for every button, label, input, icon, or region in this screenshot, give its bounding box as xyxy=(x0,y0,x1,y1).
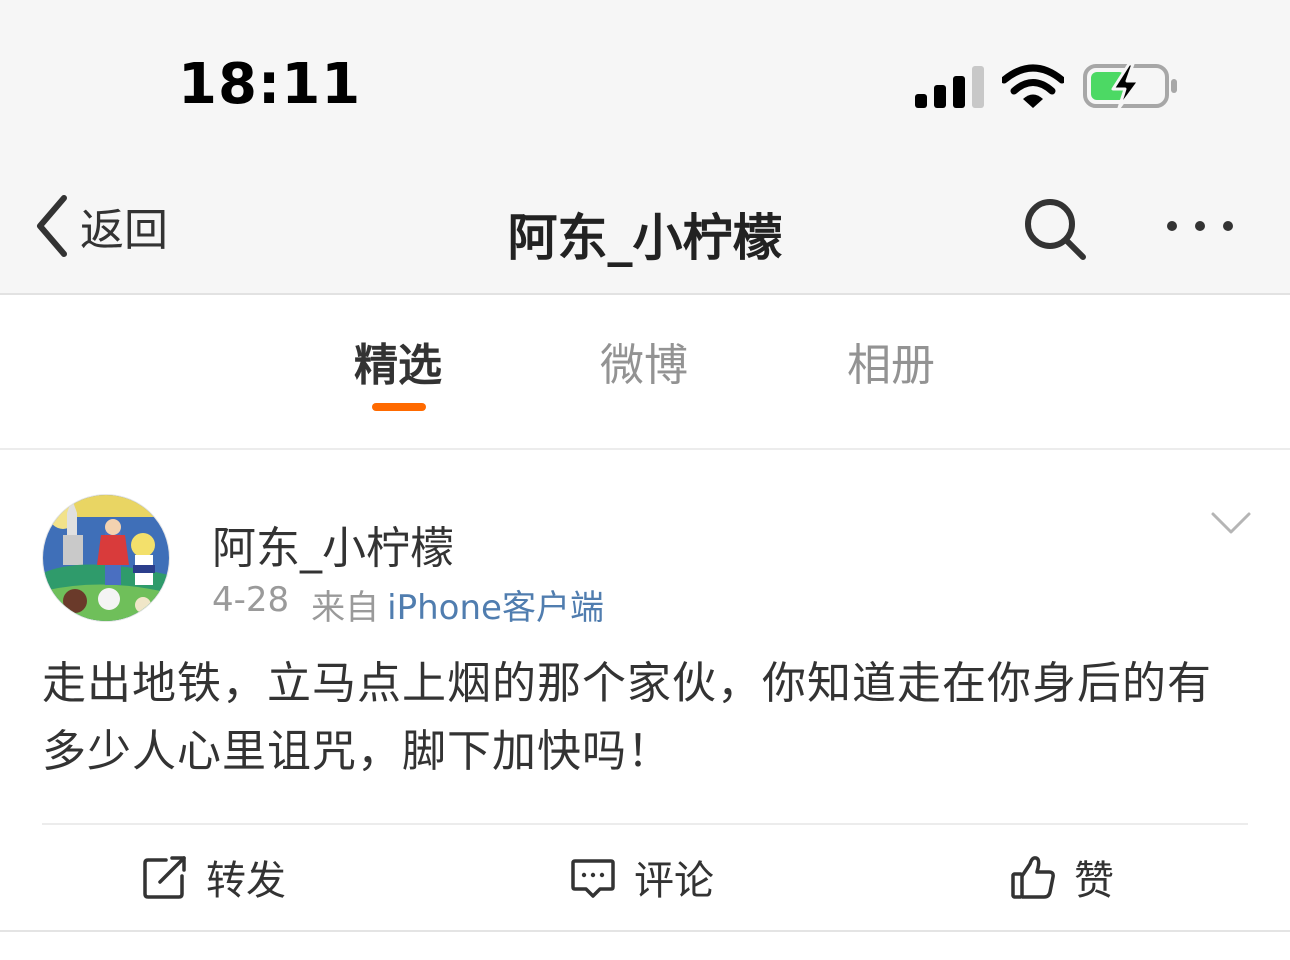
divider xyxy=(0,930,1290,932)
search-icon[interactable] xyxy=(1022,196,1088,262)
chevron-left-icon xyxy=(37,195,67,257)
tab-album[interactable]: 相册 xyxy=(847,329,935,393)
comment-icon xyxy=(571,859,615,898)
navigation-bar: 返回 阿东_小柠檬 xyxy=(0,160,1290,295)
comment-label: 评论 xyxy=(634,858,714,904)
status-time: 18:11 xyxy=(178,52,362,117)
repost-icon xyxy=(143,856,186,899)
page-title: 阿东_小柠檬 xyxy=(507,209,783,267)
repost-button[interactable]: 转发 xyxy=(142,848,286,906)
avatar[interactable] xyxy=(42,494,170,622)
tab-featured[interactable]: 精选 xyxy=(354,329,442,393)
post-date: 4-28 xyxy=(212,580,290,620)
avatar-illustration xyxy=(43,495,169,621)
thumbs-up-icon xyxy=(1011,856,1055,899)
post-actions: 转发 评论 赞 xyxy=(0,826,1290,931)
like-button[interactable]: 赞 xyxy=(1010,848,1114,906)
post-meta: 4-28 来自 iPhone客户端 xyxy=(212,580,604,629)
chevron-down-icon[interactable] xyxy=(1210,508,1252,538)
tab-weibo[interactable]: 微博 xyxy=(600,329,688,393)
like-label: 赞 xyxy=(1074,858,1114,904)
post-text: 走出地铁，立马点上烟的那个家伙，你知道走在你身后的有多少人心里诅咒，脚下加快吗！ xyxy=(42,658,1212,777)
comment-button[interactable]: 评论 xyxy=(570,848,714,906)
battery-charging-icon xyxy=(1083,62,1177,110)
status-bar: 18:11 xyxy=(0,0,1290,160)
more-options-icon[interactable] xyxy=(1162,206,1238,246)
post-from-label: 来自 xyxy=(311,588,380,628)
post-author-name[interactable]: 阿东_小柠檬 xyxy=(212,512,454,576)
wifi-icon xyxy=(1002,64,1064,108)
repost-label: 转发 xyxy=(206,858,286,904)
post-source-link[interactable]: iPhone客户端 xyxy=(387,580,604,629)
back-label: 返回 xyxy=(80,205,168,256)
back-button[interactable]: 返回 xyxy=(32,194,168,258)
divider xyxy=(42,823,1248,825)
profile-tabs: 精选 微博 相册 xyxy=(0,295,1290,450)
active-tab-indicator xyxy=(372,403,426,411)
cellular-signal-icon xyxy=(915,66,984,108)
